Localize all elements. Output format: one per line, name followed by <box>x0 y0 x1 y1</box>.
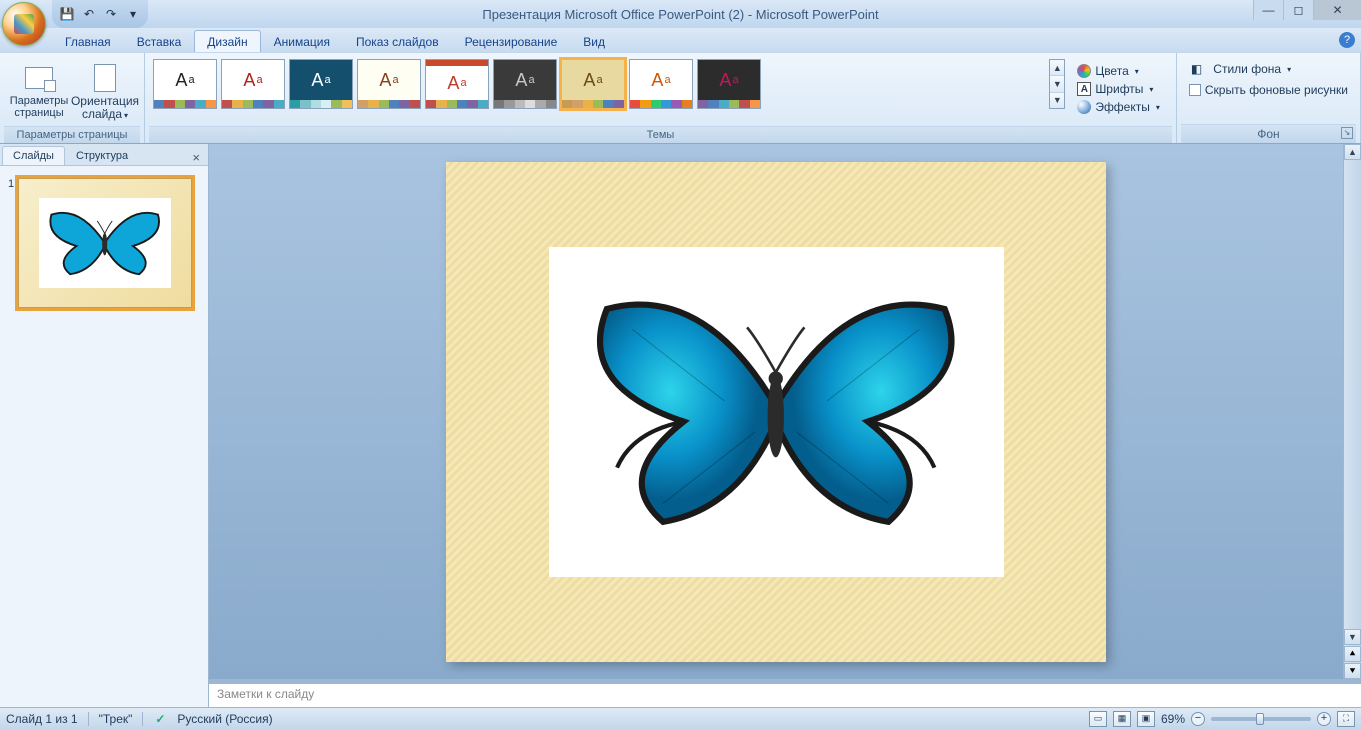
background-styles-button[interactable]: ◧ Стили фона▾ <box>1189 61 1293 77</box>
help-icon[interactable]: ? <box>1339 32 1355 48</box>
title-bar: 💾 ↶ ↷ ▾ Презентация Microsoft Office Pow… <box>0 0 1361 28</box>
slide-canvas-area <box>209 144 1343 679</box>
group-themes: AaAaAaAaAaAaAaAaAa ▲ ▼ ▼ Цвета▾ AШрифты▾… <box>145 53 1177 143</box>
theme-fonts-button[interactable]: AШрифты▾ <box>1075 81 1162 97</box>
notes-pane[interactable]: Заметки к слайду <box>209 683 1361 707</box>
theme-colors-button[interactable]: Цвета▾ <box>1075 63 1162 79</box>
theme-thumb[interactable]: Aa <box>629 59 693 109</box>
scroll-down-icon[interactable]: ▼ <box>1344 629 1361 645</box>
qat-customize-icon[interactable]: ▾ <box>124 5 142 23</box>
scroll-up-icon[interactable]: ▲ <box>1344 144 1361 160</box>
undo-icon[interactable]: ↶ <box>80 5 98 23</box>
view-normal-button[interactable]: ▭ <box>1089 711 1107 727</box>
group-label-page-setup: Параметры страницы <box>4 126 140 143</box>
save-icon[interactable]: 💾 <box>58 5 76 23</box>
slides-pane: Слайды Структура × 1 <box>0 144 209 707</box>
zoom-in-button[interactable]: + <box>1317 712 1331 726</box>
zoom-level[interactable]: 69% <box>1161 712 1185 726</box>
vertical-scrollbar[interactable]: ▲ ▼ ⯅ ⯆ <box>1343 144 1361 679</box>
quick-access-toolbar: 💾 ↶ ↷ ▾ <box>52 0 148 28</box>
slide-content-image[interactable] <box>549 247 1004 577</box>
gallery-up-icon[interactable]: ▲ <box>1050 60 1064 76</box>
maximize-button[interactable]: ◻ <box>1283 0 1313 20</box>
tab-slides[interactable]: Слайды <box>2 146 65 165</box>
pane-close-icon[interactable]: × <box>186 150 206 165</box>
tab-insert[interactable]: Вставка <box>124 30 195 52</box>
tab-slideshow[interactable]: Показ слайдов <box>343 30 452 52</box>
tab-review[interactable]: Рецензирование <box>452 30 571 52</box>
dialog-launcher-icon[interactable]: ↘ <box>1341 127 1353 139</box>
redo-icon[interactable]: ↷ <box>102 5 120 23</box>
next-slide-icon[interactable]: ⯆ <box>1344 663 1361 679</box>
ribbon-tabs: Главная Вставка Дизайн Анимация Показ сл… <box>0 28 1361 52</box>
spellcheck-icon[interactable]: ✓ <box>153 712 167 726</box>
chevron-down-icon: ▾ <box>1149 85 1153 94</box>
theme-thumb[interactable]: Aa <box>561 59 625 109</box>
page-setup-icon <box>25 67 53 89</box>
status-slide-info: Слайд 1 из 1 <box>6 712 78 726</box>
chevron-down-icon: ▾ <box>1135 67 1139 76</box>
fonts-icon: A <box>1077 82 1091 96</box>
tab-outline[interactable]: Структура <box>65 146 139 165</box>
group-label-background: Фон↘ <box>1181 124 1356 143</box>
office-button[interactable] <box>2 2 46 46</box>
butterfly-image <box>571 268 981 555</box>
minimize-button[interactable]: — <box>1253 0 1283 20</box>
tab-view[interactable]: Вид <box>570 30 618 52</box>
theme-thumb[interactable]: Aa <box>221 59 285 109</box>
themes-gallery: AaAaAaAaAaAaAaAaAa <box>153 59 1043 109</box>
slide-thumbnails: 1 <box>0 166 208 707</box>
hide-background-checkbox[interactable]: Скрыть фоновые рисунки <box>1189 83 1348 97</box>
status-theme: "Трек" <box>99 712 133 726</box>
pane-tabs: Слайды Структура × <box>0 144 208 166</box>
zoom-knob[interactable] <box>1256 713 1264 725</box>
close-button[interactable]: ✕ <box>1313 0 1361 20</box>
theme-options: Цвета▾ AШрифты▾ Эффекты▾ <box>1069 59 1168 119</box>
slide-orientation-button[interactable]: Ориентация слайда▾ <box>74 59 136 124</box>
status-language[interactable]: Русский (Россия) <box>177 712 272 726</box>
chevron-down-icon: ▾ <box>1156 103 1160 112</box>
view-slideshow-button[interactable]: ▣ <box>1137 711 1155 727</box>
tab-animation[interactable]: Анимация <box>261 30 343 52</box>
slide-number: 1 <box>8 178 14 308</box>
orientation-icon <box>94 64 116 92</box>
theme-thumb[interactable]: Aa <box>153 59 217 109</box>
ribbon: Параметры страницы Ориентация слайда▾ Па… <box>0 52 1361 144</box>
slide-thumbnail[interactable] <box>18 178 192 308</box>
zoom-out-button[interactable]: − <box>1191 712 1205 726</box>
gallery-down-icon[interactable]: ▼ <box>1050 76 1064 92</box>
group-label-themes: Темы <box>149 126 1172 143</box>
checkbox-icon <box>1189 84 1201 96</box>
zoom-slider[interactable] <box>1211 717 1311 721</box>
group-background: ◧ Стили фона▾ Скрыть фоновые рисунки Фон… <box>1177 53 1361 143</box>
theme-effects-button[interactable]: Эффекты▾ <box>1075 99 1162 115</box>
workspace: Слайды Структура × 1 <box>0 144 1361 707</box>
butterfly-image <box>42 199 167 287</box>
tab-home[interactable]: Главная <box>52 30 124 52</box>
effects-icon <box>1077 100 1091 114</box>
fit-to-window-button[interactable]: ⛶ <box>1337 711 1355 727</box>
theme-thumb[interactable]: Aa <box>493 59 557 109</box>
background-styles-icon: ◧ <box>1191 62 1202 76</box>
editor-area: ▲ ▼ ⯅ ⯆ Заметки к слайду <box>209 144 1361 707</box>
theme-thumb[interactable]: Aa <box>697 59 761 109</box>
group-page-setup: Параметры страницы Ориентация слайда▾ Па… <box>0 53 145 143</box>
chevron-down-icon: ▾ <box>124 111 128 120</box>
window-title: Презентация Microsoft Office PowerPoint … <box>482 7 878 22</box>
tab-design[interactable]: Дизайн <box>194 30 260 52</box>
gallery-scroll: ▲ ▼ ▼ <box>1049 59 1065 109</box>
theme-thumb[interactable]: Aa <box>357 59 421 109</box>
view-sorter-button[interactable]: ▦ <box>1113 711 1131 727</box>
status-bar: Слайд 1 из 1 "Трек" ✓ Русский (Россия) ▭… <box>0 707 1361 729</box>
gallery-more-icon[interactable]: ▼ <box>1050 93 1064 108</box>
colors-icon <box>1077 64 1091 78</box>
theme-thumb[interactable]: Aa <box>289 59 353 109</box>
prev-slide-icon[interactable]: ⯅ <box>1344 646 1361 662</box>
chevron-down-icon: ▾ <box>1287 65 1291 74</box>
slide[interactable] <box>446 162 1106 662</box>
theme-thumb[interactable]: Aa <box>425 59 489 109</box>
page-setup-button[interactable]: Параметры страницы <box>8 59 70 121</box>
